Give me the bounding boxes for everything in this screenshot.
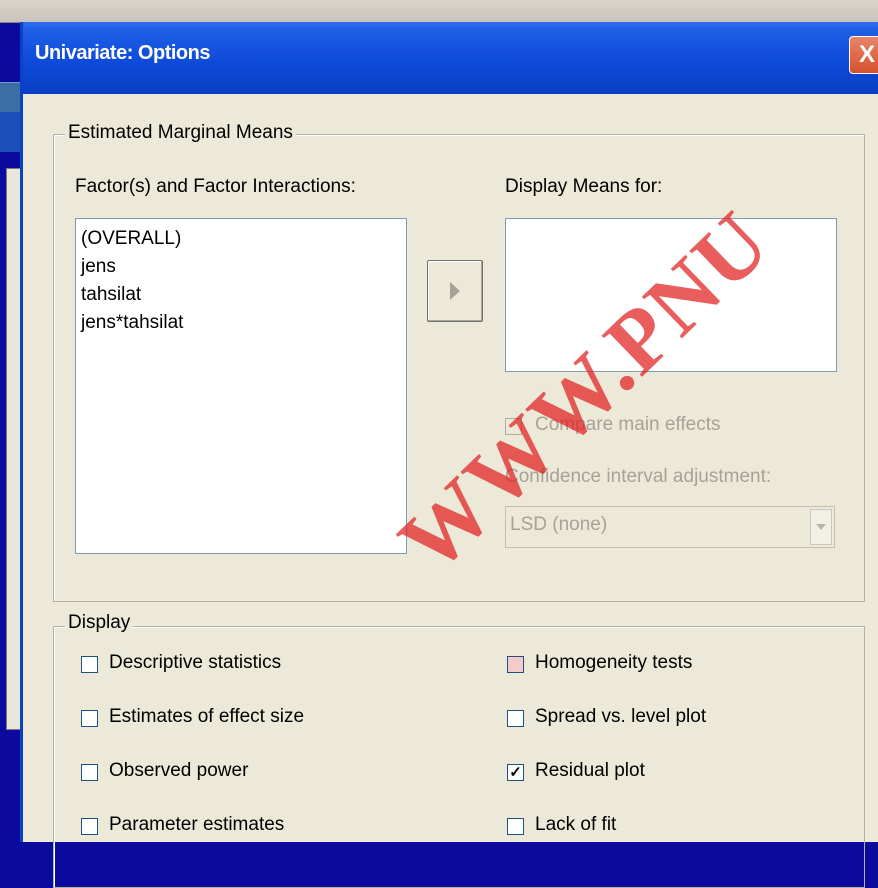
chevron-down-icon[interactable] <box>810 509 832 545</box>
descriptive-statistics-checkbox[interactable] <box>81 656 98 673</box>
effect-size-label: Estimates of effect size <box>109 706 305 727</box>
parameter-estimates-label: Parameter estimates <box>109 814 285 835</box>
observed-power-checkbox[interactable] <box>81 764 98 781</box>
ci-adjustment-value: LSD (none) <box>510 514 608 535</box>
homogeneity-tests-checkbox[interactable] <box>507 656 524 673</box>
list-item[interactable]: (OVERALL) <box>76 225 406 253</box>
compare-main-effects-checkbox[interactable] <box>505 418 522 435</box>
list-item[interactable]: jens*tahsilat <box>76 309 406 337</box>
factors-label: Factor(s) and Factor Interactions: <box>75 176 356 197</box>
title-bar[interactable]: Univariate: Options X <box>23 22 878 94</box>
display-legend: Display <box>65 612 134 634</box>
list-item[interactable]: tahsilat <box>76 281 406 309</box>
emm-legend: Estimated Marginal Means <box>65 122 296 144</box>
background-window-strip <box>0 112 20 152</box>
effect-size-checkbox[interactable] <box>81 710 98 727</box>
spread-level-plot-label: Spread vs. level plot <box>535 706 707 727</box>
move-to-display-means-button[interactable] <box>427 260 483 322</box>
background-window-top <box>0 0 878 23</box>
dialog-title: Univariate: Options <box>35 42 210 64</box>
right-arrow-icon <box>450 282 460 300</box>
spread-level-plot-checkbox[interactable] <box>507 710 524 727</box>
close-button[interactable]: X <box>849 36 878 74</box>
lack-of-fit-checkbox[interactable] <box>507 818 524 835</box>
factors-listbox[interactable]: (OVERALL) jens tahsilat jens*tahsilat <box>75 218 407 554</box>
parameter-estimates-checkbox[interactable] <box>81 818 98 835</box>
residual-plot-checkbox[interactable]: ✓ <box>507 764 524 781</box>
checkmark-icon: ✓ <box>509 764 522 781</box>
background-window-strip <box>0 82 20 113</box>
ci-adjustment-select[interactable]: LSD (none) <box>505 506 835 548</box>
compare-main-effects-label: Compare main effects <box>535 414 721 435</box>
display-means-label: Display Means for: <box>505 176 663 197</box>
descriptive-statistics-label: Descriptive statistics <box>109 652 282 673</box>
options-dialog: Univariate: Options X Estimated Marginal… <box>20 22 878 888</box>
ci-adjustment-label: Confidence interval adjustment: <box>505 466 772 487</box>
list-item[interactable]: jens <box>76 253 406 281</box>
residual-plot-label: Residual plot <box>535 760 645 781</box>
homogeneity-tests-label: Homogeneity tests <box>535 652 693 673</box>
display-means-listbox[interactable] <box>505 218 837 372</box>
lack-of-fit-label: Lack of fit <box>535 814 617 835</box>
close-icon: X <box>858 41 875 68</box>
observed-power-label: Observed power <box>109 760 249 781</box>
